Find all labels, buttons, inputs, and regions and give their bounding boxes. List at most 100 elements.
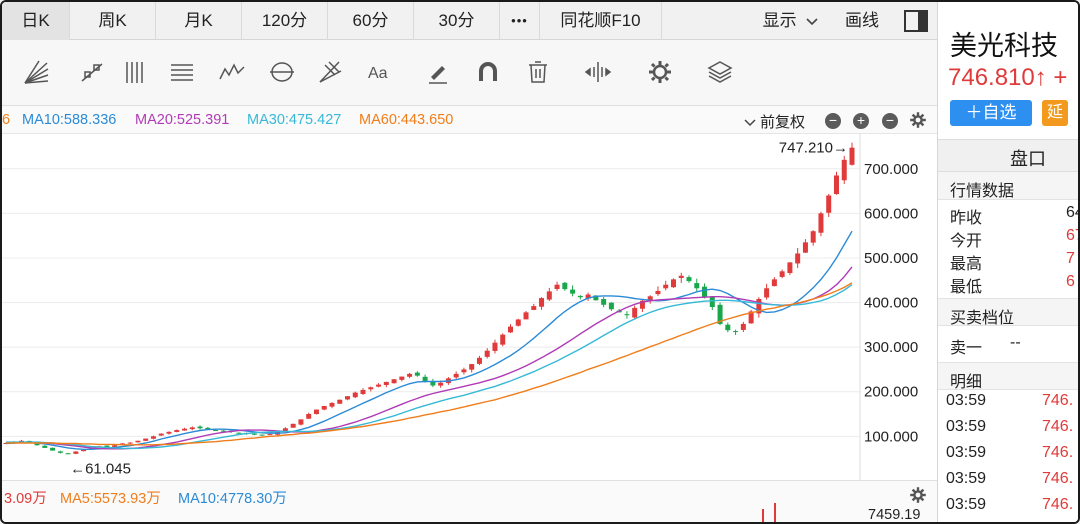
draw-line-button[interactable]: 画线 xyxy=(830,2,894,40)
pencil-icon[interactable] xyxy=(420,54,456,90)
candle-body xyxy=(810,231,816,243)
minus-circle-icon[interactable]: − xyxy=(825,113,841,129)
fan-lines-icon[interactable] xyxy=(18,54,54,90)
wave-line-icon[interactable] xyxy=(214,54,250,90)
high-value: 7 xyxy=(1066,250,1075,267)
candle-body xyxy=(399,376,405,380)
candle-body xyxy=(608,302,614,310)
gear-icon[interactable] xyxy=(642,54,678,90)
adjust-dropdown[interactable]: 前复权 xyxy=(744,111,805,132)
candle-body xyxy=(802,242,808,253)
candle-body xyxy=(484,350,490,357)
horizontal-lines-icon[interactable] xyxy=(164,54,200,90)
candle-body xyxy=(601,299,607,305)
minus-circle-icon[interactable]: − xyxy=(882,113,898,129)
candle-body xyxy=(383,381,389,386)
ask1-value: -- xyxy=(1010,334,1021,351)
candle-body xyxy=(476,357,482,364)
quote-panel: 美光科技 746.810↑ + ＋自选 延 盘口 行情数据 昨收 64 今开 6… xyxy=(937,2,1078,522)
candle-body xyxy=(158,433,164,436)
candle-body xyxy=(135,440,141,443)
candle-body xyxy=(360,389,366,394)
trend-segment-icon[interactable] xyxy=(74,54,110,90)
tab-week-k[interactable]: 周K xyxy=(70,2,156,40)
candle-body xyxy=(65,453,71,455)
kline-chart[interactable]: 700.000 600.000 500.000 400.000 300.000 200.0… xyxy=(2,134,937,480)
ma30-value: MA30:475.427 xyxy=(247,112,342,128)
tab-more[interactable]: ••• xyxy=(500,2,540,40)
candle-body xyxy=(189,427,195,430)
add-watchlist-button[interactable]: ＋自选 xyxy=(950,100,1032,126)
chevron-down-icon xyxy=(805,3,819,41)
display-label: 显示 xyxy=(762,11,797,30)
volume-ma10: MA10:4778.30万 xyxy=(178,491,287,507)
candle-body xyxy=(197,426,203,429)
gear-icon[interactable] xyxy=(909,111,927,133)
candle-body xyxy=(678,275,684,278)
candle-body xyxy=(422,376,428,382)
y-tick-label: 200.000 xyxy=(864,384,918,401)
tab-60min[interactable]: 60分 xyxy=(328,2,414,40)
vertical-lines-icon[interactable] xyxy=(118,54,154,90)
ma20-value: MA20:525.391 xyxy=(135,112,230,128)
candle-body xyxy=(73,451,79,454)
candle-body xyxy=(313,409,319,415)
market-data-header: 行情数据 xyxy=(938,172,1078,200)
display-dropdown[interactable]: 显示 xyxy=(754,2,828,40)
magnet-icon[interactable] xyxy=(470,54,506,90)
candle-body xyxy=(407,373,413,377)
gear-icon[interactable] xyxy=(909,486,927,509)
zoom-fit-icon[interactable] xyxy=(580,54,616,90)
candle-body xyxy=(539,298,545,307)
ma-line-ma60 xyxy=(6,282,853,446)
high-annotation: 747.210→ xyxy=(779,140,848,157)
tab-f10[interactable]: 同花顺F10 xyxy=(540,2,662,40)
candle-body xyxy=(438,382,444,386)
candle-body xyxy=(562,282,568,290)
candle-body xyxy=(694,283,700,289)
plus-circle-icon[interactable]: + xyxy=(853,113,869,129)
ma5-value: 6 xyxy=(2,112,11,128)
ask1-label: 卖一 xyxy=(950,340,983,357)
candle-body xyxy=(469,364,475,370)
candle-body xyxy=(507,326,513,333)
candle-body xyxy=(352,392,358,398)
candle-body xyxy=(826,195,832,213)
y-tick-label: 100.000 xyxy=(864,428,918,445)
tab-120min[interactable]: 120分 xyxy=(242,2,328,40)
candle-body xyxy=(771,279,777,287)
prev-close-label: 昨收 xyxy=(950,210,983,227)
period-tabs: 日K 周K 月K 120分 60分 30分 ••• 同花顺F10 显示 画线 xyxy=(2,2,937,40)
list-item: 03:59 746. xyxy=(946,470,1074,487)
prev-close-value: 64 xyxy=(1066,204,1078,221)
order-book-header[interactable]: 盘口 xyxy=(938,139,1078,172)
candle-body xyxy=(150,436,156,439)
trash-icon[interactable] xyxy=(520,54,556,90)
sidebar-toggle-icon[interactable] xyxy=(898,2,934,40)
candle-body xyxy=(709,296,715,307)
y-tick-label: 300.000 xyxy=(864,339,918,356)
y-tick-label: 700.000 xyxy=(864,161,918,178)
fibonacci-fan-icon[interactable] xyxy=(312,54,348,90)
candle-body xyxy=(259,434,265,436)
layers-icon[interactable] xyxy=(702,54,738,90)
candle-body xyxy=(515,319,521,326)
text-tool-icon[interactable]: Aa xyxy=(362,54,398,90)
ma-line-ma20 xyxy=(6,266,853,450)
tab-month-k[interactable]: 月K xyxy=(156,2,242,40)
candle-body xyxy=(143,438,149,441)
tab-day-k[interactable]: 日K xyxy=(2,2,70,40)
ellipse-icon[interactable] xyxy=(264,54,300,90)
order-book-title: 盘口 xyxy=(1010,149,1046,169)
tab-30min[interactable]: 30分 xyxy=(414,2,500,40)
candle-body xyxy=(779,271,785,277)
candle-body xyxy=(337,399,343,404)
candle-body xyxy=(500,334,506,345)
candle-body xyxy=(818,213,824,233)
high-label: 最高 xyxy=(950,256,983,273)
candle-body xyxy=(376,384,382,387)
low-annotation: ←61.045 xyxy=(70,461,131,478)
candle-body xyxy=(213,430,219,432)
candle-body xyxy=(267,434,273,436)
chevron-down-icon xyxy=(744,119,756,127)
